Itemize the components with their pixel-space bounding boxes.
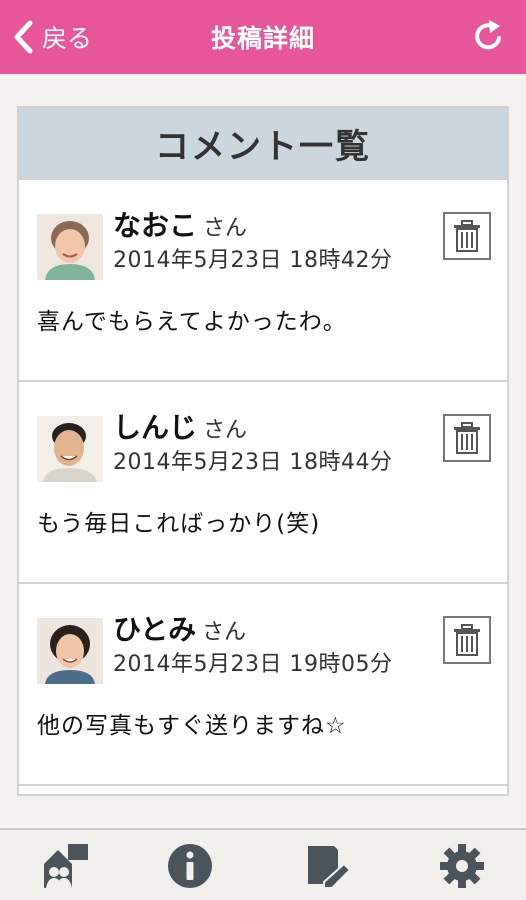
refresh-button[interactable]	[470, 18, 506, 54]
avatar	[37, 416, 103, 482]
tab-info[interactable]	[166, 842, 214, 890]
avatar	[37, 214, 103, 280]
comment-timestamp: 2014年5月23日 18時44分	[113, 450, 393, 475]
comment-text: もう毎日こればっかり(笑)	[37, 511, 321, 537]
comment-list-card: コメント一覧 なおこ さん 2014年5月23日 18時42分 喜んでもらえてよか…	[17, 106, 509, 796]
comment-text: 他の写真もすぐ送りますね☆	[37, 713, 347, 739]
commenter-name: しんじ	[113, 411, 198, 444]
page-title: 投稿詳細	[210, 24, 315, 53]
commenter-name-row: しんじ さん	[113, 406, 247, 446]
edit-post-icon	[308, 846, 352, 889]
family-album-icon	[44, 844, 88, 888]
trash-icon	[454, 220, 480, 252]
comment-item: しんじ さん 2014年5月23日 18時44分 もう毎日こればっかり(笑)	[19, 384, 507, 584]
settings-gear-icon	[440, 844, 484, 888]
delete-comment-button[interactable]	[443, 616, 491, 664]
tab-settings[interactable]	[438, 842, 486, 890]
honorific: さん	[203, 418, 248, 443]
tab-family-album[interactable]	[42, 842, 90, 890]
info-icon	[168, 844, 212, 888]
comment-timestamp: 2014年5月23日 18時42分	[113, 248, 393, 273]
comment-text: 喜んでもらえてよかったわ。	[37, 309, 347, 335]
trash-icon	[454, 422, 480, 454]
commenter-name-row: なおこ さん	[113, 204, 247, 244]
avatar	[37, 618, 103, 684]
honorific: さん	[203, 216, 248, 241]
tab-new-post[interactable]	[304, 842, 352, 890]
back-button[interactable]: 戻る	[12, 14, 92, 60]
comment-item: なおこ さん 2014年5月23日 18時42分 喜んでもらえてよかったわ。	[19, 182, 507, 382]
comment-list-header: コメント一覧	[19, 108, 507, 180]
comment-timestamp: 2014年5月23日 19時05分	[113, 652, 393, 677]
comment-list-title: コメント一覧	[155, 126, 371, 167]
commenter-name: なおこ	[113, 209, 198, 242]
chevron-left-icon	[14, 20, 33, 54]
back-label: 戻る	[42, 24, 93, 53]
commenter-name-row: ひとみ さん	[113, 608, 246, 648]
delete-comment-button[interactable]	[443, 212, 491, 260]
honorific: さん	[202, 620, 247, 645]
bottom-tab-bar	[0, 828, 526, 900]
top-navigation-bar: 戻る 投稿詳細	[0, 0, 526, 74]
delete-comment-button[interactable]	[443, 414, 491, 462]
trash-icon	[454, 624, 480, 656]
comment-item: ひとみ さん 2014年5月23日 19時05分 他の写真もすぐ送りますね☆	[19, 586, 507, 786]
commenter-name: ひとみ	[113, 613, 197, 646]
refresh-icon	[475, 20, 501, 50]
